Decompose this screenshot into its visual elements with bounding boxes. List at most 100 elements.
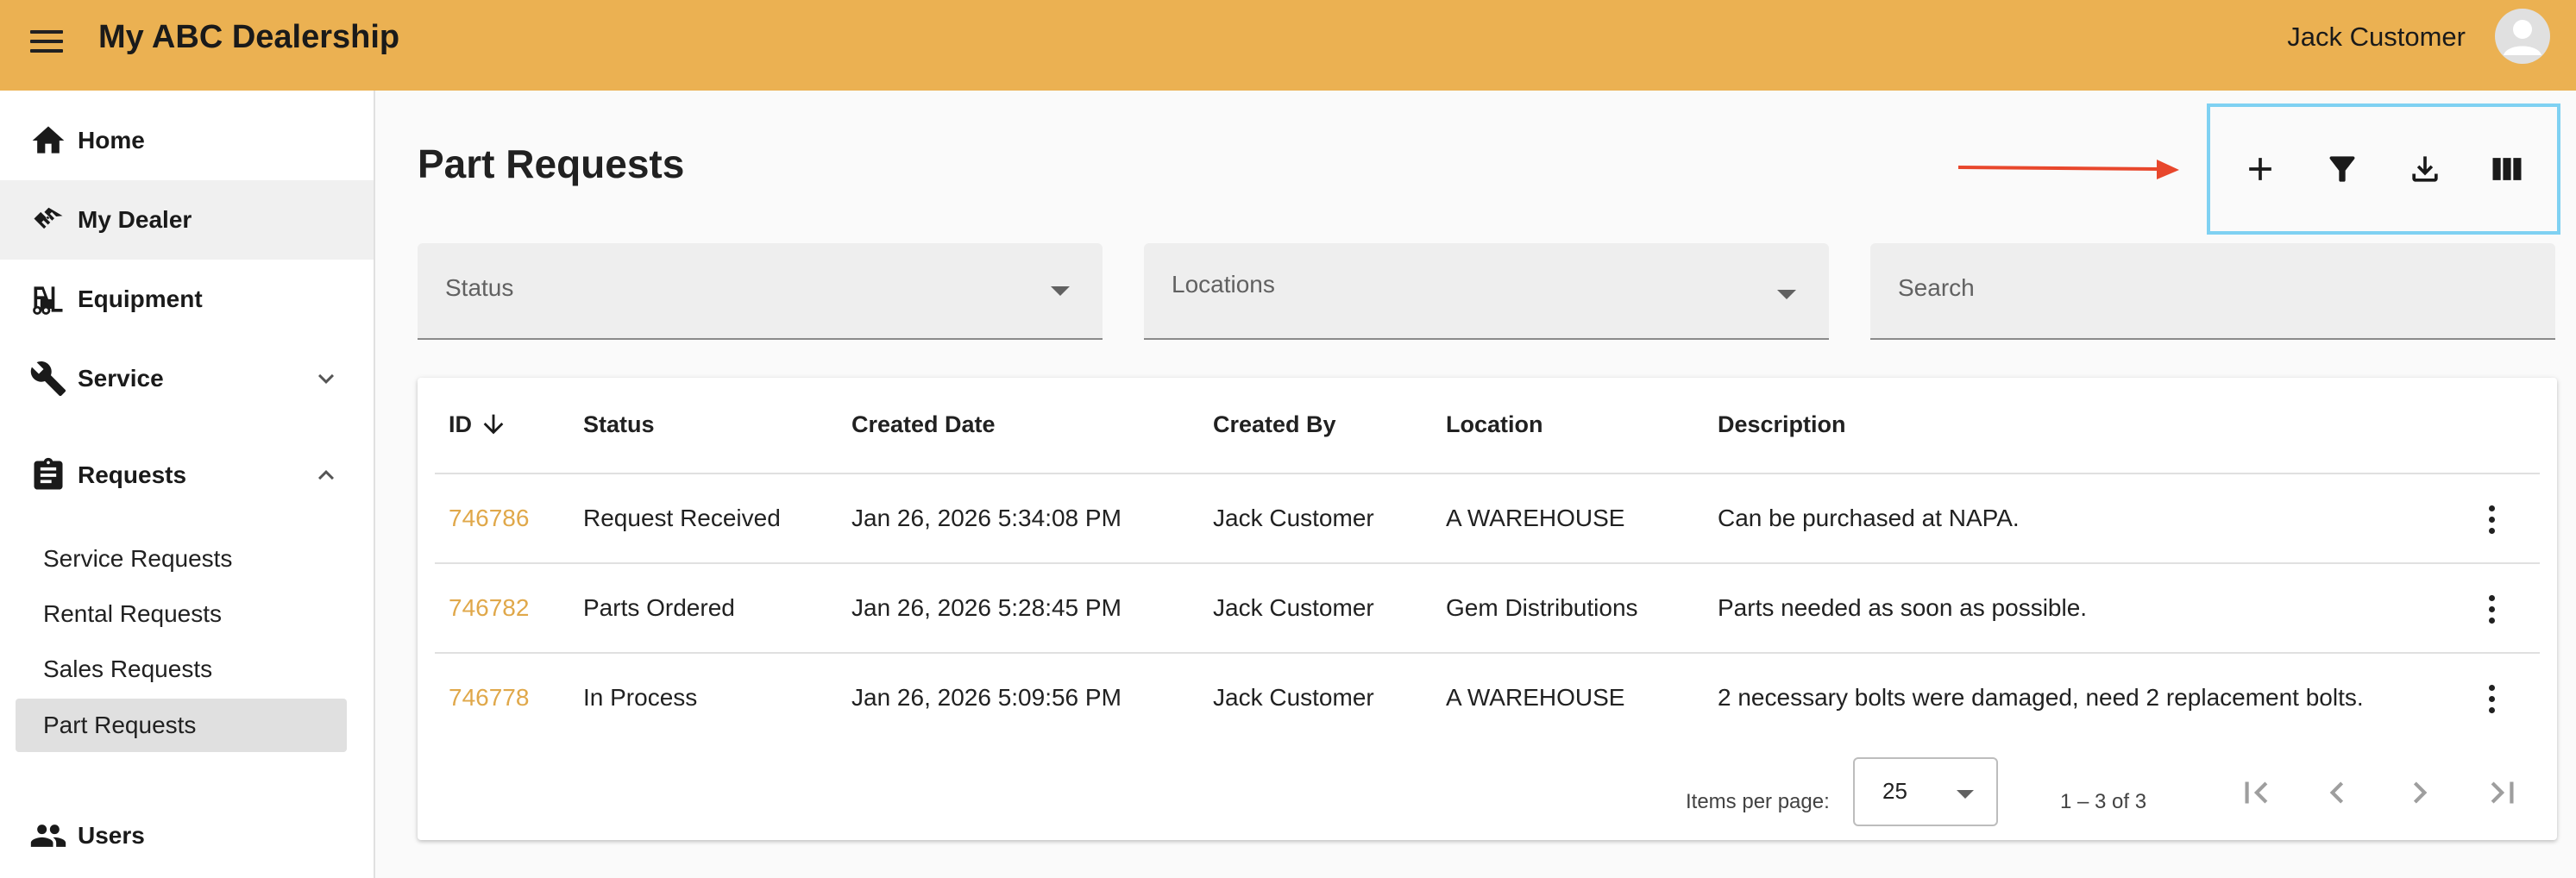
sidebar-subitem-sales-requests[interactable]: Sales Requests: [16, 643, 347, 696]
sidebar-item-label: Home: [78, 127, 145, 154]
column-header-created-date[interactable]: Created Date: [851, 378, 996, 471]
sidebar-subitem-label: Rental Requests: [43, 600, 223, 627]
sidebar-item-label: Requests: [78, 461, 187, 488]
filter-button[interactable]: [2315, 141, 2370, 197]
sort-arrow-down-icon: [483, 414, 504, 435]
chevron-right-icon: [2413, 781, 2428, 804]
created-date-cell: Jan 26, 2026 5:09:56 PM: [851, 684, 1122, 711]
chevron-up-icon: [318, 470, 334, 480]
column-header-id[interactable]: ID: [449, 378, 508, 471]
person-icon: [2504, 20, 2541, 55]
annotation-arrow-icon: [1958, 160, 2179, 179]
description-cell: Parts needed as soon as possible.: [1718, 594, 2088, 621]
description-cell: Can be purchased at NAPA.: [1718, 505, 2020, 531]
handshake-icon: [34, 207, 63, 229]
sidebar-item-home[interactable]: Home: [0, 101, 374, 180]
sidebar-subitem-label: Sales Requests: [43, 655, 213, 682]
created-by-cell: Jack Customer: [1213, 684, 1374, 711]
chevron-down-icon: [318, 373, 334, 384]
wrench-icon: [30, 361, 66, 397]
sidebar-item-requests[interactable]: Requests: [0, 436, 374, 515]
download-icon: [2412, 156, 2438, 182]
page-size-value: 25: [1882, 778, 1907, 804]
home-icon: [32, 126, 65, 154]
dropdown-arrow-icon: [1957, 790, 1974, 799]
table-row[interactable]: 746782 Parts Ordered Jan 26, 2026 5:28:4…: [435, 562, 2540, 652]
column-header-label: ID: [449, 411, 472, 437]
columns-button[interactable]: [2479, 141, 2535, 197]
sidebar-item-label: My Dealer: [78, 206, 192, 233]
previous-page-button[interactable]: [2315, 771, 2359, 814]
status-select-label: Status: [445, 274, 514, 301]
locations-select-label: Locations: [1172, 271, 1275, 298]
page-size-select[interactable]: 25: [1853, 757, 1998, 826]
dropdown-arrow-icon: [1051, 286, 1070, 296]
sidebar-item-users[interactable]: Users: [0, 796, 374, 875]
sidebar-item-label: Equipment: [78, 285, 203, 312]
created-by-cell: Jack Customer: [1213, 594, 1374, 621]
add-button[interactable]: [2233, 141, 2288, 197]
location-cell: A WAREHOUSE: [1446, 505, 1625, 531]
page-title: Part Requests: [418, 141, 685, 186]
app-title: My ABC Dealership: [98, 19, 400, 55]
avatar[interactable]: [2495, 9, 2550, 64]
next-page-button[interactable]: [2398, 771, 2441, 814]
user-name[interactable]: Jack Customer: [2287, 19, 2466, 55]
sidebar-item-my-dealer[interactable]: My Dealer: [0, 180, 374, 260]
table-row[interactable]: 746778 In Process Jan 26, 2026 5:09:56 P…: [435, 652, 2540, 742]
sidebar-subitem-label: Part Requests: [43, 712, 197, 738]
status-select[interactable]: Status: [418, 243, 1103, 340]
request-id-link[interactable]: 746782: [449, 564, 529, 652]
request-id-link[interactable]: 746778: [449, 654, 529, 742]
people-icon: [30, 825, 66, 847]
more-vert-icon[interactable]: [2472, 590, 2510, 628]
add-icon: [2248, 158, 2271, 180]
download-button[interactable]: [2397, 141, 2453, 197]
table-toolbar: [2207, 103, 2560, 235]
table-row[interactable]: 746786 Request Received Jan 26, 2026 5:3…: [435, 473, 2540, 562]
locations-select[interactable]: Locations: [1144, 243, 1829, 340]
app-header: My ABC Dealership Jack Customer: [0, 0, 2576, 91]
request-id-link[interactable]: 746786: [449, 474, 529, 562]
first-page-icon: [2245, 781, 2268, 804]
status-cell: Parts Ordered: [583, 594, 735, 621]
column-header-description[interactable]: Description: [1718, 378, 1846, 471]
sidebar-item-label: Users: [78, 822, 145, 849]
forklift-icon: [33, 286, 63, 315]
page-range-label: 1 – 3 of 3: [2060, 790, 2147, 813]
created-date-cell: Jan 26, 2026 5:28:45 PM: [851, 594, 1122, 621]
sidebar-item-label: Service: [78, 365, 164, 392]
sidebar: Home My Dealer Equipment Service Request…: [0, 91, 375, 878]
status-cell: In Process: [583, 684, 698, 711]
more-vert-icon[interactable]: [2472, 500, 2510, 538]
filter-icon: [2329, 156, 2355, 182]
search-input[interactable]: Search: [1870, 243, 2555, 340]
column-header-location[interactable]: Location: [1446, 378, 1543, 471]
columns-icon: [2492, 158, 2522, 180]
clipboard-icon: [34, 457, 63, 490]
last-page-button[interactable]: [2481, 771, 2524, 814]
column-header-status[interactable]: Status: [583, 378, 655, 471]
search-input-label: Search: [1898, 274, 1975, 301]
first-page-button[interactable]: [2234, 771, 2278, 814]
column-header-created-by[interactable]: Created By: [1213, 378, 1336, 471]
created-date-cell: Jan 26, 2026 5:34:08 PM: [851, 505, 1122, 531]
sidebar-item-equipment[interactable]: Equipment: [0, 260, 374, 339]
part-requests-table: ID Status Created Date Created By Locati…: [418, 378, 2557, 840]
sidebar-item-service[interactable]: Service: [0, 339, 374, 418]
more-vert-icon[interactable]: [2472, 680, 2510, 718]
status-cell: Request Received: [583, 505, 781, 531]
location-cell: A WAREHOUSE: [1446, 684, 1625, 711]
sidebar-subitem-label: Service Requests: [43, 545, 233, 572]
items-per-page-label: Items per page:: [1686, 790, 1830, 813]
sidebar-subitem-rental-requests[interactable]: Rental Requests: [16, 587, 347, 641]
menu-icon[interactable]: [24, 19, 69, 64]
created-by-cell: Jack Customer: [1213, 505, 1374, 531]
last-page-icon: [2491, 781, 2514, 804]
chevron-left-icon: [2329, 781, 2344, 804]
sidebar-subitem-service-requests[interactable]: Service Requests: [16, 532, 347, 586]
description-cell: 2 necessary bolts were damaged, need 2 r…: [1718, 684, 2364, 711]
dropdown-arrow-icon: [1777, 290, 1796, 299]
location-cell: Gem Distributions: [1446, 594, 1638, 621]
sidebar-subitem-part-requests[interactable]: Part Requests: [16, 699, 347, 752]
